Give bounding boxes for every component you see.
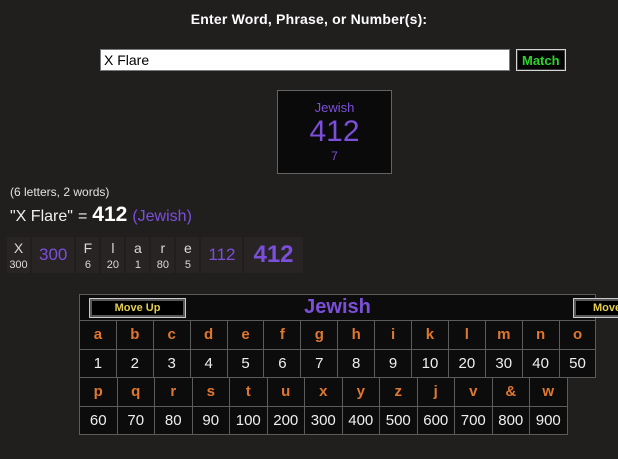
cipher-letter-cell: x: [304, 377, 343, 407]
letters-words-meta: (6 letters, 2 words): [10, 185, 110, 199]
cipher-letter-cell: u: [266, 377, 305, 407]
cipher-value-cell: 800: [491, 406, 530, 435]
move-down-button[interactable]: Move Down: [573, 298, 618, 318]
cipher-value-cell: 40: [521, 349, 560, 378]
cipher-letter-cell: d: [189, 320, 228, 350]
breakdown-letter: e: [183, 240, 192, 256]
cipher-value-cell: 9: [374, 349, 413, 378]
breakdown-word-total: 112: [201, 237, 243, 273]
breakdown-letter: l: [111, 240, 115, 256]
cipher-letter-cell: o: [558, 320, 597, 350]
cipher-value-cell: 200: [266, 406, 305, 435]
cipher-letter-cell: v: [454, 377, 493, 407]
cipher-value-cell: 300: [304, 406, 343, 435]
cipher-value-cell: 50: [558, 349, 597, 378]
breakdown-letter-cell: F6: [76, 237, 100, 273]
cipher-value-cell: 7: [300, 349, 339, 378]
cipher-value-cell: 10: [411, 349, 449, 378]
cipher-value-cell: 30: [484, 349, 523, 378]
cipher-letter-cell: n: [521, 320, 560, 350]
cipher-value-cell: 90: [191, 406, 230, 435]
page-title: Enter Word, Phrase, or Number(s):: [190, 11, 428, 27]
cipher-value-cell: 700: [454, 406, 493, 435]
breakdown-letter: F: [83, 240, 93, 256]
breakdown: X 300 300 F 6 l 20 a 1 r 80 e 5 112 412: [7, 237, 303, 273]
cipher-letter-cell: q: [116, 377, 155, 407]
result-reduced-value: 7: [331, 149, 338, 163]
cipher-letter-cell: w: [529, 377, 568, 407]
cipher-value-cell: 5: [226, 349, 265, 378]
word-input[interactable]: [100, 49, 510, 71]
cipher-letter-cell: k: [411, 320, 449, 350]
phrase-total: 412: [92, 203, 128, 226]
cipher-letter-cell: g: [300, 320, 339, 350]
cipher-letter-cell: p: [79, 377, 118, 407]
result-value: 412: [309, 115, 360, 148]
cipher-letter-cell: r: [154, 377, 193, 407]
cipher-letter-cell: j: [416, 377, 455, 407]
cipher-letter-cell: h: [337, 320, 376, 350]
cipher-value-cell: 400: [341, 406, 380, 435]
move-up-button[interactable]: Move Up: [89, 298, 186, 318]
cipher-value-cell: 900: [529, 406, 568, 435]
cipher-letter-cell: b: [115, 320, 154, 350]
phrase-cipher-label: (Jewish): [132, 208, 192, 225]
phrase-text: "X Flare": [10, 208, 73, 225]
cipher-value-cell: 3: [152, 349, 191, 378]
cipher-value-cell: 70: [116, 406, 155, 435]
breakdown-letter: a: [133, 240, 142, 256]
cipher-value-cell: 20: [447, 349, 486, 378]
breakdown-letter-value: 1: [134, 259, 141, 271]
cipher-letter-cell: a: [79, 320, 117, 350]
breakdown-letter-cell: r 80: [151, 237, 175, 273]
cipher-letter-cell: i: [374, 320, 413, 350]
cipher-value-cell: 6: [263, 349, 302, 378]
breakdown-letter-cell: X 300: [7, 237, 30, 273]
breakdown-letter: X: [13, 240, 24, 256]
breakdown-letter-value: 5: [184, 259, 191, 271]
cipher-table-row: 60 70 80 90 100 200 300 400 500 600 700 800 900: [79, 406, 596, 435]
breakdown-letter-cell: l 20: [101, 237, 125, 273]
cipher-value-cell: 100: [229, 406, 268, 435]
equals-sign: =: [77, 208, 88, 225]
breakdown-letter-value: 300: [9, 259, 28, 271]
page: Enter Word, Phrase, or Number(s): Match …: [0, 0, 618, 459]
phrase-summary: "X Flare" = 412 (Jewish): [10, 203, 192, 227]
breakdown-letter: r: [160, 240, 166, 256]
cipher-value-cell: 8: [337, 349, 376, 378]
breakdown-letter-cell: a1: [126, 237, 150, 273]
cipher-value-cell: 600: [416, 406, 455, 435]
cipher-table: Move Up Jewish Move Down abcdefghiklmno1…: [79, 294, 618, 435]
cipher-letter-cell: f: [263, 320, 302, 350]
breakdown-letter-value: 20: [106, 259, 119, 271]
match-button[interactable]: Match: [516, 49, 566, 71]
cipher-value-cell: 500: [379, 406, 418, 435]
cipher-letter-cell: l: [447, 320, 486, 350]
breakdown-letter-value: 6: [84, 259, 91, 271]
cipher-value-cell: 80: [154, 406, 193, 435]
cipher-value-cell: 60: [79, 406, 118, 435]
cipher-table-row: p q r s t u x y z j v & w: [79, 377, 596, 407]
cipher-letter-cell: z: [379, 377, 418, 407]
cipher-letter-cell: m: [484, 320, 523, 350]
cipher-table-header: Move Up Jewish Move Down: [79, 294, 618, 321]
cipher-letter-cell: &: [491, 377, 530, 407]
cipher-letter-cell: t: [229, 377, 268, 407]
cipher-value-cell: 2: [115, 349, 154, 378]
cipher-letter-cell: e: [226, 320, 265, 350]
cipher-table-row: abcdefghiklmno: [79, 320, 597, 350]
cipher-table-rows: a b c d e f g h i k l m n o 1 2 3 4 5 6 7 8 9 10 20 30 40 50 p q r s t u x…: [79, 320, 597, 435]
breakdown-letter-value: 80: [156, 259, 169, 271]
cipher-value-cell: 4: [189, 349, 228, 378]
cipher-letter-cell: c: [152, 320, 191, 350]
breakdown-word-total: 300: [32, 237, 75, 273]
result-cipher-name: Jewish: [314, 100, 355, 115]
cipher-letter-cell: s: [191, 377, 230, 407]
breakdown-letter-cell: e5: [176, 237, 200, 273]
cipher-table-row: 1 2 3 4 5 6 7 8 9 10 20 30 40 50: [79, 349, 597, 378]
breakdown-grand-total: 412: [244, 237, 303, 273]
result-box[interactable]: Jewish 412 7: [277, 90, 392, 174]
cipher-value-cell: 1: [79, 349, 117, 378]
cipher-letter-cell: y: [341, 377, 380, 407]
